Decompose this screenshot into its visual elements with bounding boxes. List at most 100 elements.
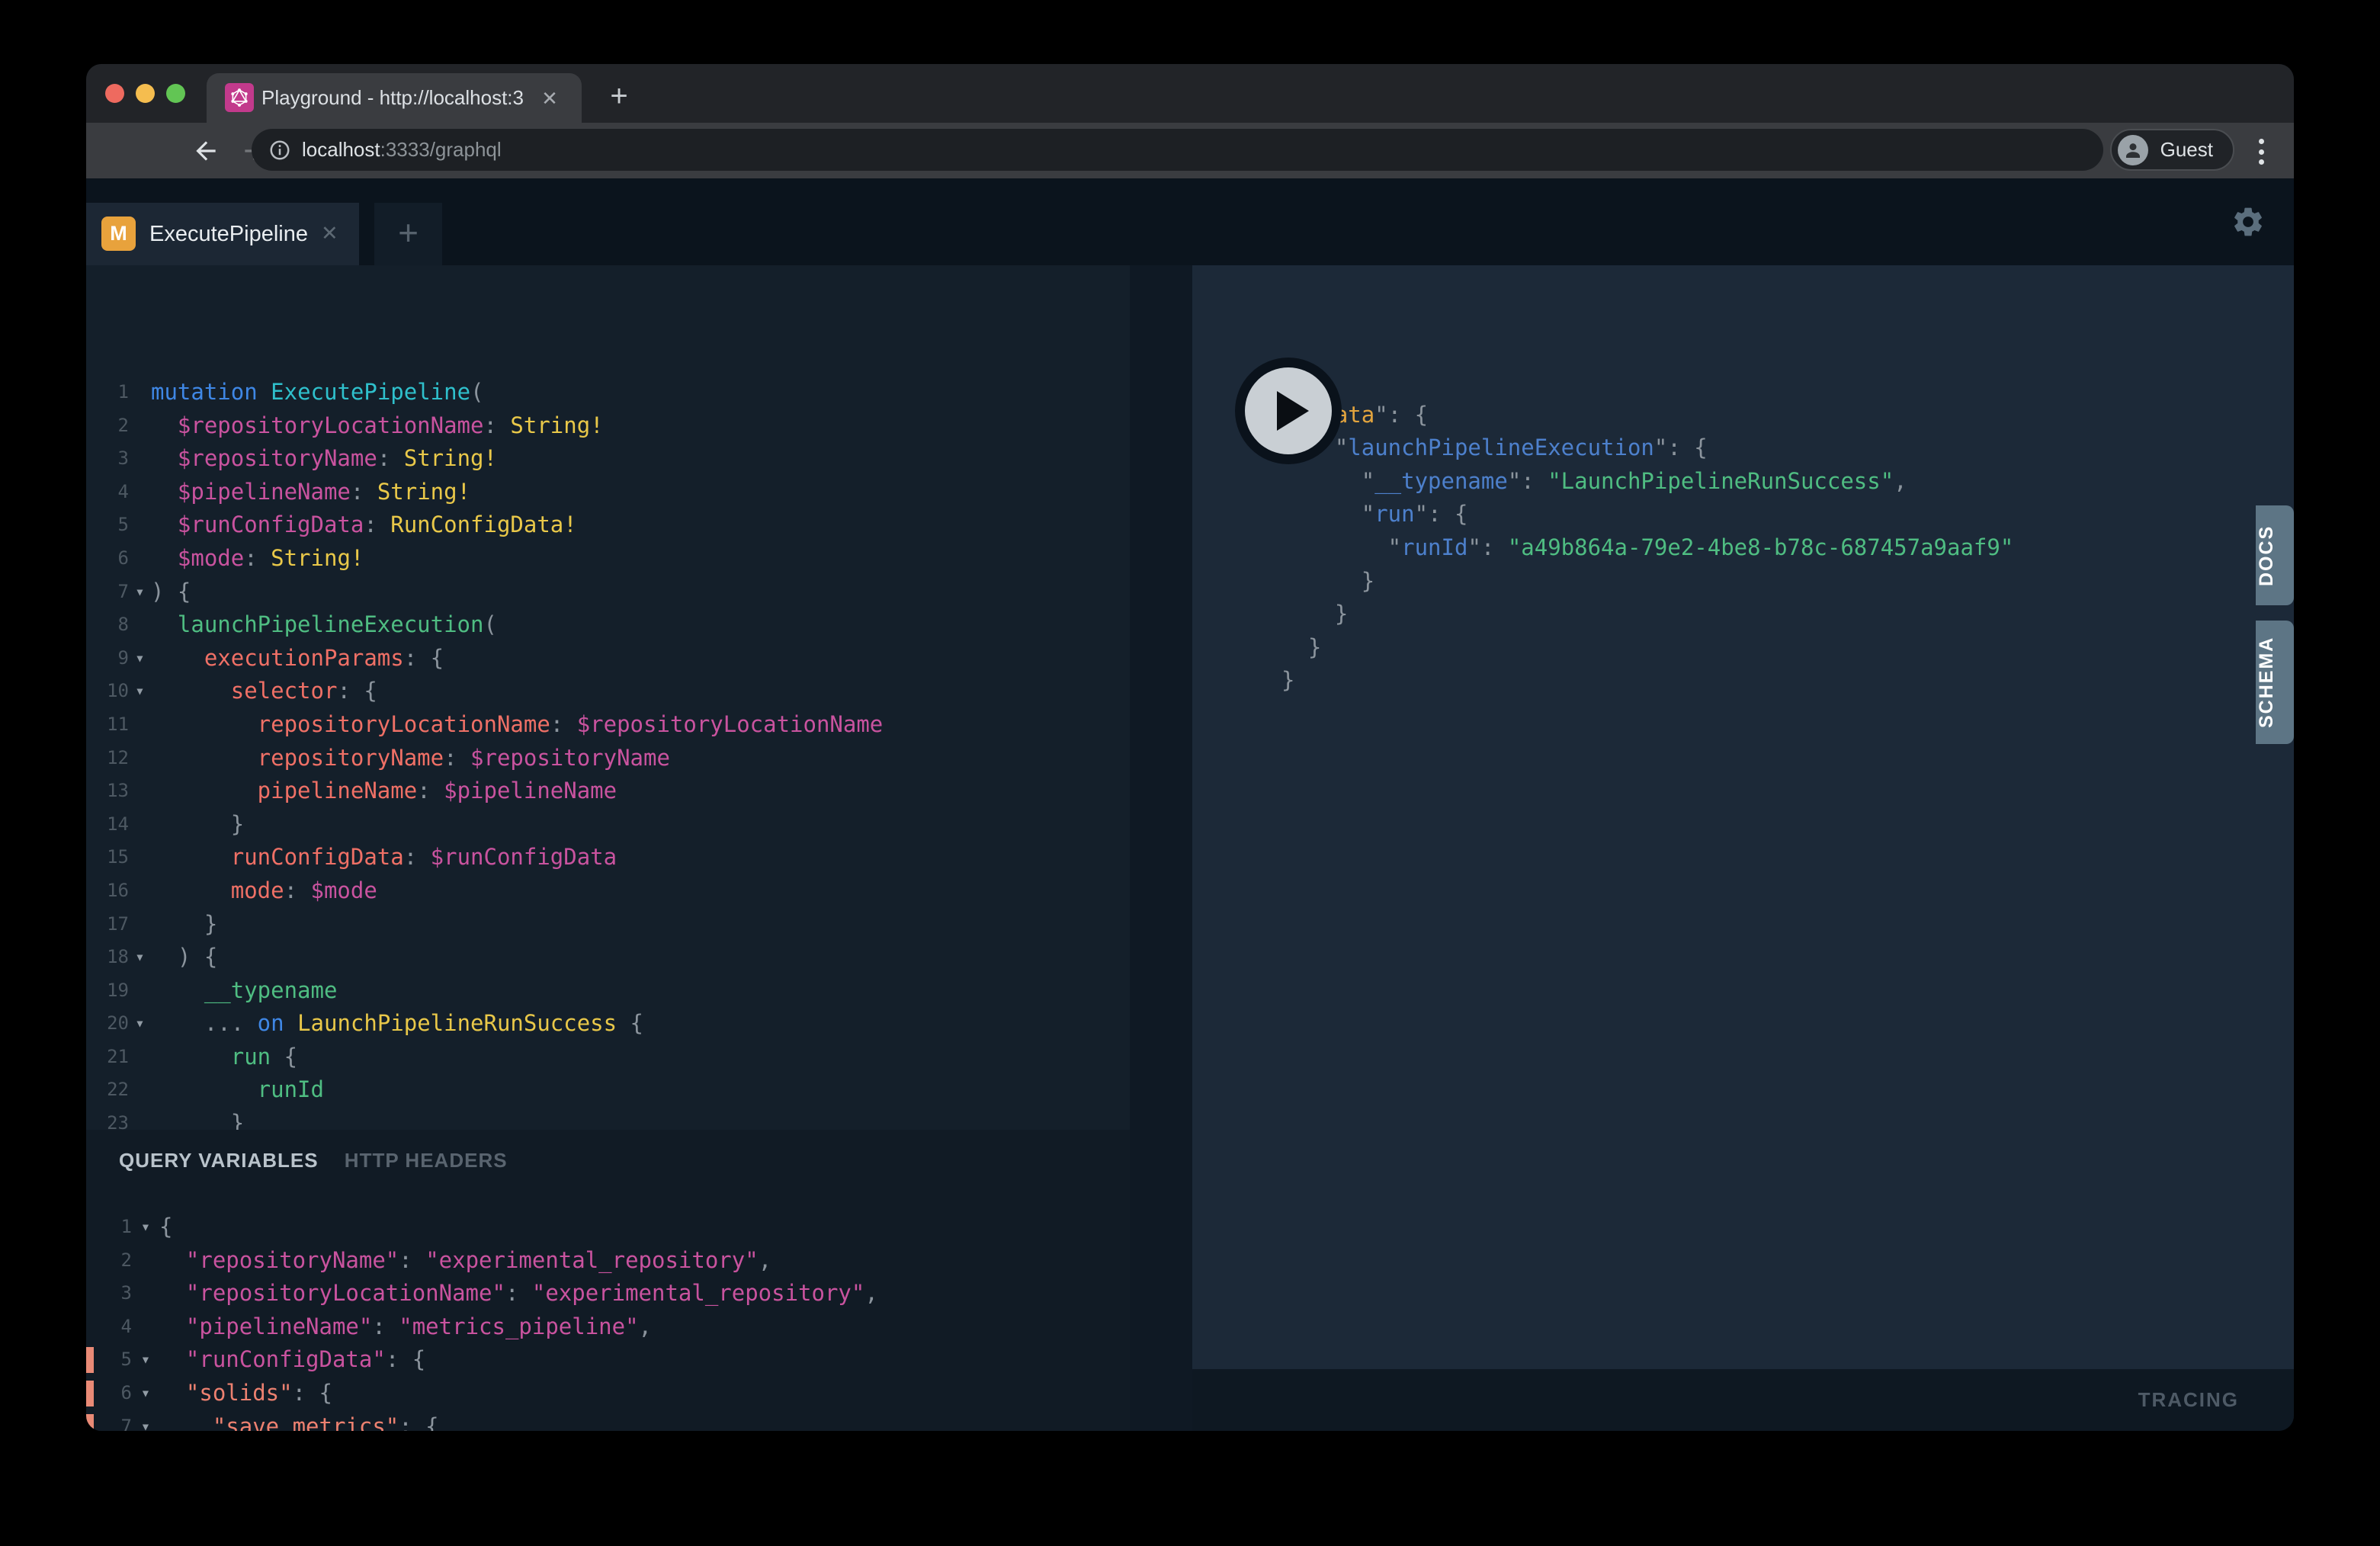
code-line: ▾"launchPipelineExecution": { xyxy=(1251,431,2294,465)
pane-divider[interactable] xyxy=(1130,265,1192,1431)
line-number: 23 xyxy=(86,1107,129,1130)
code-text: $pipelineName: String! xyxy=(151,479,470,505)
browser-tab[interactable]: Playground - http://localhost:3 ✕ xyxy=(207,73,582,123)
browser-tab-close-icon[interactable]: ✕ xyxy=(537,86,562,111)
lint-marker xyxy=(86,1414,94,1431)
code-line: 6▾"solids": { xyxy=(86,1377,1130,1410)
line-number: 8 xyxy=(86,608,129,642)
tab-http-headers[interactable]: HTTP HEADERS xyxy=(345,1149,508,1172)
code-text: mutation ExecutePipeline( xyxy=(151,379,484,405)
code-text: runConfigData: $runConfigData xyxy=(151,844,617,870)
fold-arrow-icon[interactable]: ▾ xyxy=(129,675,151,708)
line-number: 3 xyxy=(86,1277,132,1310)
fold-arrow-icon[interactable]: ▾ xyxy=(129,642,151,675)
code-line: ▾{ xyxy=(1251,365,2294,399)
line-number: 5 xyxy=(86,508,129,542)
graphql-playground: M ExecutePipeline ✕ + PRETTIFY HISTORY h… xyxy=(86,178,2294,1431)
settings-gear-icon[interactable] xyxy=(2231,204,2266,239)
code-line: 8launchPipelineExecution( xyxy=(86,608,1130,642)
code-text: executionParams: { xyxy=(151,645,444,671)
avatar-icon xyxy=(2118,135,2148,165)
code-line: 4"pipelineName": "metrics_pipeline", xyxy=(86,1310,1130,1344)
code-text: "__typename": "LaunchPipelineRunSuccess"… xyxy=(1281,468,1907,494)
code-line: } xyxy=(1251,664,2294,698)
code-line: "run": { xyxy=(1251,498,2294,531)
line-number: 18 xyxy=(86,941,129,974)
line-number: 4 xyxy=(86,476,129,509)
code-text: $runConfigData: RunConfigData! xyxy=(151,512,577,537)
line-number: 12 xyxy=(86,742,129,775)
browser-navbar: localhost:3333/graphql Guest xyxy=(86,123,2294,178)
browser-new-tab-button[interactable]: + xyxy=(603,81,635,113)
code-line: 7▾) { xyxy=(86,576,1130,609)
code-line: 13 pipelineName: $pipelineName xyxy=(86,775,1130,808)
code-text: } xyxy=(1281,667,1294,693)
fold-arrow-icon[interactable]: ▾ xyxy=(129,576,151,609)
variables-tabs: QUERY VARIABLES HTTP HEADERS xyxy=(119,1143,508,1177)
fold-arrow-icon[interactable]: ▾ xyxy=(129,941,151,974)
line-number: 20 xyxy=(86,1007,129,1041)
line-number: 4 xyxy=(86,1310,132,1344)
profile-chip[interactable]: Guest xyxy=(2110,129,2234,171)
code-text: "launchPipelineExecution": { xyxy=(1281,435,1708,460)
code-line: } xyxy=(1251,631,2294,665)
playground-tab-executepipeline[interactable]: M ExecutePipeline ✕ xyxy=(86,203,359,265)
line-number: 22 xyxy=(86,1073,129,1107)
code-line: "runId": "a49b864a-79e2-4be8-b78c-687457… xyxy=(1251,531,2294,565)
execute-play-button[interactable] xyxy=(1235,358,1342,464)
code-line: 20▾... on LaunchPipelineRunSuccess { xyxy=(86,1007,1130,1041)
info-icon[interactable] xyxy=(268,139,291,162)
code-text: pipelineName: $pipelineName xyxy=(151,778,617,803)
code-text: repositoryLocationName: $repositoryLocat… xyxy=(151,711,883,737)
line-number: 6 xyxy=(86,542,129,576)
fold-arrow-icon[interactable]: ▾ xyxy=(132,1377,159,1410)
fold-arrow-icon[interactable]: ▾ xyxy=(132,1211,159,1244)
code-line: 4 $pipelineName: String! xyxy=(86,476,1130,509)
code-line: 12repositoryName: $repositoryName xyxy=(86,742,1130,775)
code-line: 7▾"save_metrics": { xyxy=(86,1410,1130,1431)
code-text: { xyxy=(159,1214,172,1240)
query-editor[interactable]: 1mutation ExecutePipeline(2$repositoryLo… xyxy=(86,265,1130,1130)
code-line: 19__typename xyxy=(86,974,1130,1008)
code-text: $repositoryName: String! xyxy=(151,445,497,471)
playground-tab-close-icon[interactable]: ✕ xyxy=(321,203,338,265)
window-zoom-button[interactable] xyxy=(166,84,185,103)
playground-new-tab-button[interactable]: + xyxy=(374,203,442,265)
lint-marker xyxy=(86,1381,94,1406)
code-text: selector: { xyxy=(151,678,377,704)
code-text: } xyxy=(1281,568,1374,594)
tab-query-variables[interactable]: QUERY VARIABLES xyxy=(119,1149,319,1172)
line-number: 16 xyxy=(86,874,129,908)
browser-menu-icon[interactable] xyxy=(2259,139,2266,165)
code-line: 17} xyxy=(86,908,1130,941)
fold-arrow-icon[interactable]: ▾ xyxy=(132,1343,159,1377)
code-text: } xyxy=(1281,634,1321,660)
code-line: 3 "repositoryLocationName": "experimental… xyxy=(86,1277,1130,1310)
code-text: ... on LaunchPipelineRunSuccess { xyxy=(151,1010,643,1036)
tracing-bar: TRACING xyxy=(1192,1369,2294,1431)
code-text: __typename xyxy=(151,977,337,1003)
back-icon[interactable] xyxy=(191,136,220,165)
code-text: "save_metrics": { xyxy=(159,1413,439,1431)
code-line: 9▾executionParams: { xyxy=(86,642,1130,675)
fold-arrow-icon[interactable]: ▾ xyxy=(129,1007,151,1041)
line-number: 13 xyxy=(86,775,129,808)
line-number: 15 xyxy=(86,841,129,874)
code-text: } xyxy=(151,911,217,937)
code-line: 2$repositoryLocationName: String! xyxy=(86,409,1130,443)
fold-arrow-icon[interactable]: ▾ xyxy=(132,1410,159,1431)
window-minimize-button[interactable] xyxy=(136,84,155,103)
code-text: "repositoryName": "experimental_reposito… xyxy=(159,1247,771,1273)
code-text: "repositoryLocationName": "experimental_… xyxy=(159,1280,878,1306)
window-close-button[interactable] xyxy=(105,84,124,103)
query-variables-panel[interactable]: QUERY VARIABLES HTTP HEADERS 1▾{2"reposi… xyxy=(86,1130,1130,1431)
playground-tabbar: M ExecutePipeline ✕ + xyxy=(86,178,2294,265)
code-text: "runConfigData": { xyxy=(159,1346,425,1372)
schema-side-tab[interactable]: SCHEMA xyxy=(2256,621,2294,744)
address-bar[interactable]: localhost:3333/graphql xyxy=(252,129,2103,171)
docs-side-tab[interactable]: DOCS xyxy=(2256,505,2294,605)
mutation-badge: M xyxy=(101,217,136,251)
code-line: 5▾"runConfigData": { xyxy=(86,1343,1130,1377)
tracing-toggle[interactable]: TRACING xyxy=(2138,1369,2239,1431)
code-line: 2"repositoryName": "experimental_reposit… xyxy=(86,1244,1130,1278)
